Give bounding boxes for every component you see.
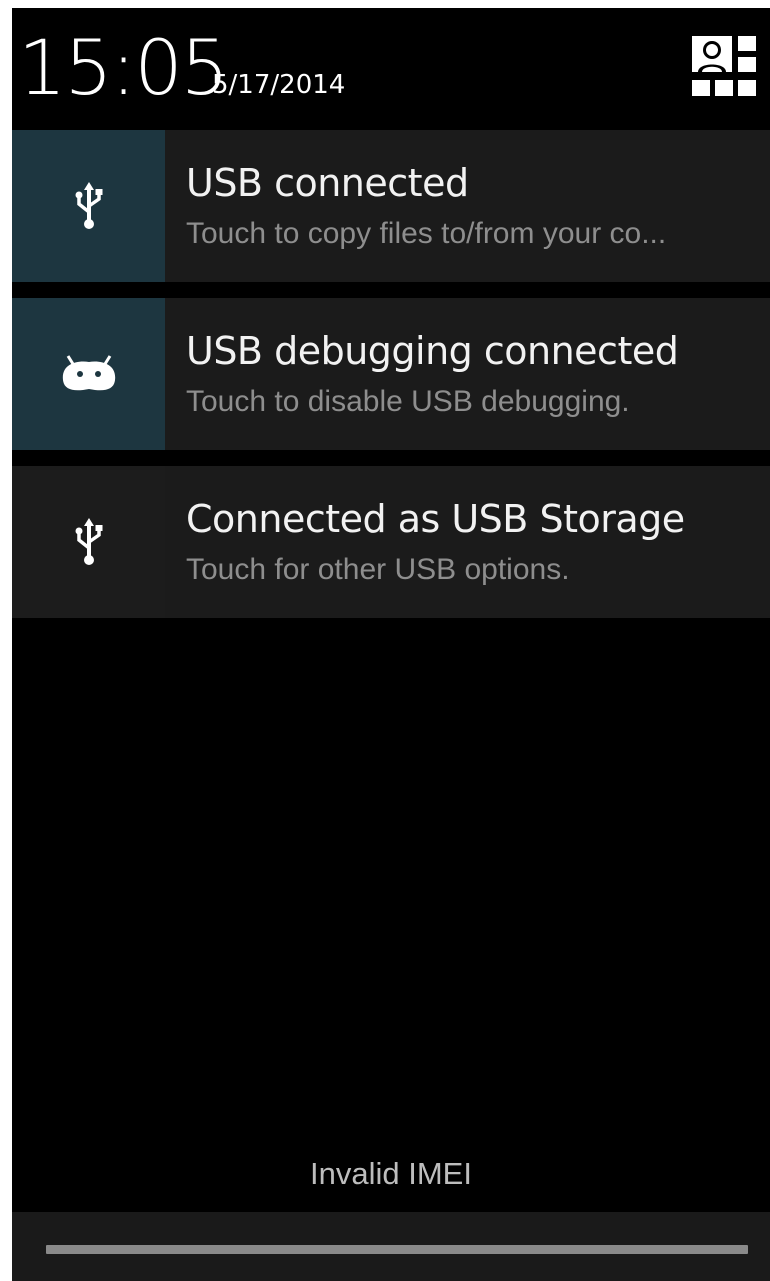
notification-content: USB connected Touch to copy files to/fro…	[165, 130, 770, 282]
notification-icon-area	[12, 298, 165, 450]
android-debug-icon	[62, 355, 115, 391]
notification-content: Connected as USB Storage Touch for other…	[165, 466, 770, 618]
status-header: 15:05 5/17/2014	[12, 8, 770, 130]
notification-icon-area	[12, 130, 165, 282]
usb-icon	[75, 182, 102, 229]
notification-subtitle: Touch to copy files to/from your co...	[186, 217, 667, 250]
notification-title: USB debugging connected	[186, 329, 679, 373]
date: 5/17/2014	[212, 70, 346, 100]
notification-icon-area	[12, 466, 165, 618]
handle-bar	[46, 1245, 748, 1254]
notification-usb-connected[interactable]: USB connected Touch to copy files to/fro…	[12, 130, 770, 282]
notification-usb-storage[interactable]: Connected as USB Storage Touch for other…	[12, 466, 770, 618]
notification-title: USB connected	[186, 161, 469, 205]
usb-icon	[75, 518, 102, 565]
notification-content: USB debugging connected Touch to disable…	[165, 298, 770, 450]
quick-settings-icon	[692, 36, 756, 96]
carrier-label: Invalid IMEI	[310, 1156, 472, 1191]
notification-shade: 15:05 5/17/2014 USB connected Touch to c…	[12, 8, 770, 1281]
notification-subtitle: Touch to disable USB debugging.	[186, 385, 630, 418]
notification-usb-debugging[interactable]: USB debugging connected Touch to disable…	[12, 298, 770, 450]
notification-title: Connected as USB Storage	[186, 497, 685, 541]
shade-drag-handle[interactable]	[12, 1212, 770, 1281]
screen: 15:05 5/17/2014 USB connected Touch to c…	[0, 0, 770, 1281]
clock: 15:05	[18, 23, 229, 112]
notification-subtitle: Touch for other USB options.	[186, 553, 570, 586]
quick-settings-button[interactable]	[692, 34, 756, 98]
